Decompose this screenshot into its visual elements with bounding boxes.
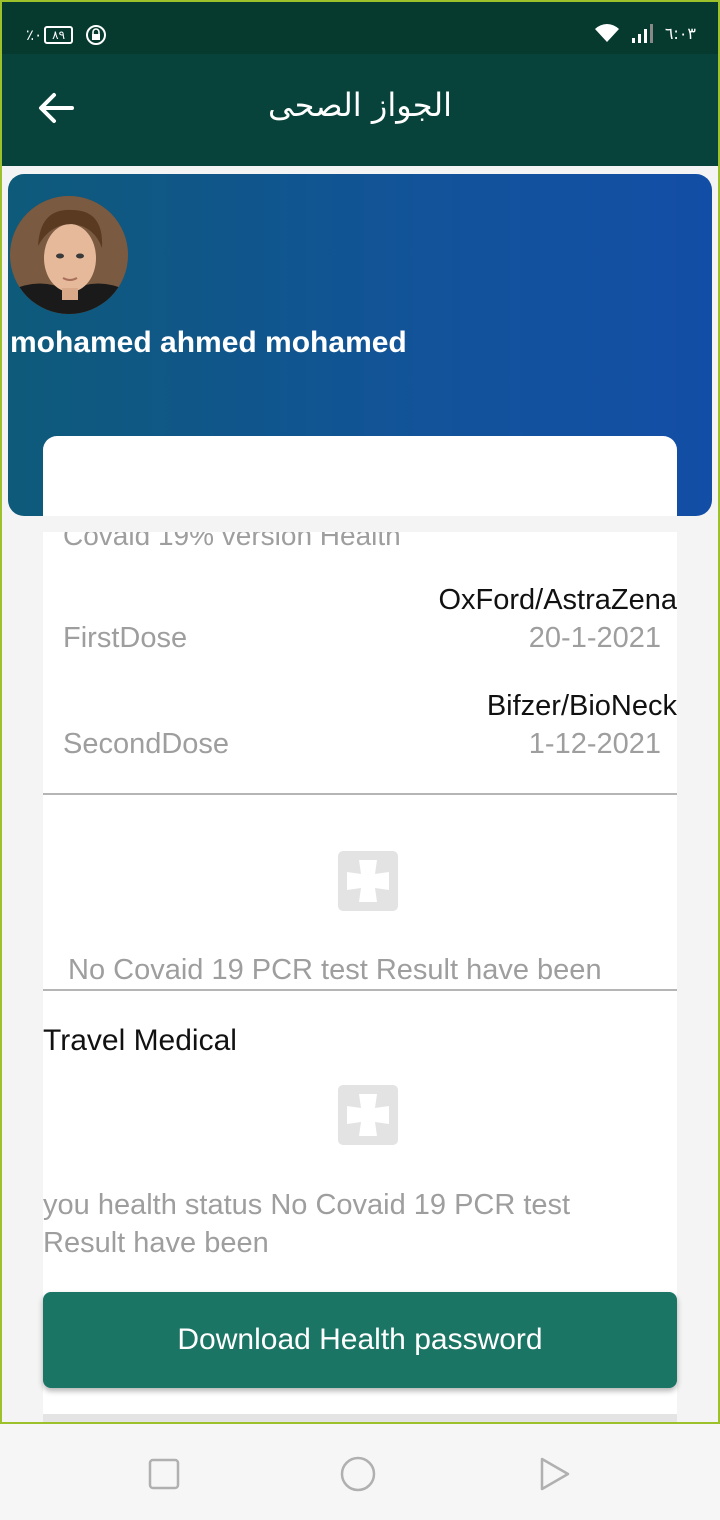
vaccination-heading: Covaid 19% version Health <box>63 532 401 551</box>
travel-status-message: you health status No Covaid 19 PCR test … <box>43 1189 571 1259</box>
section-divider <box>43 989 677 991</box>
system-nav-bar <box>0 1424 720 1520</box>
medical-cross-icon <box>338 1085 398 1145</box>
clock: ٦:٠٣ <box>664 23 696 43</box>
card-top-edge <box>43 436 677 516</box>
health-pass-card[interactable]: Covaid 19% version Health OxFord/AstraZe… <box>43 532 677 1422</box>
dose-vaccine: Bifzer/BioNeck <box>486 690 677 722</box>
avatar <box>10 196 128 314</box>
battery-icon: ٪٠ ٨٩ <box>26 26 74 44</box>
dose-row-second: Bifzer/BioNeck SecondDose 1-12-2021 <box>43 690 677 770</box>
section-divider <box>43 793 677 795</box>
back-triangle-icon[interactable] <box>534 1454 574 1494</box>
battery-level: ٨٩ <box>44 26 74 44</box>
dose-label: FirstDose <box>63 622 188 654</box>
status-right: ٦:٠٣ <box>593 22 696 44</box>
app-screen: ٪٠ ٨٩ ٦:٠٣ الجواز الصحى mohamed ahmed mo… <box>2 2 718 1422</box>
download-health-pass-button[interactable]: Download Health password <box>43 1292 677 1388</box>
dose-date: 20-1-2021 <box>528 622 661 654</box>
dose-vaccine: OxFord/AstraZena <box>438 584 677 616</box>
home-circle-icon[interactable] <box>338 1454 378 1494</box>
medical-cross-icon <box>338 851 398 911</box>
page-title: الجواز الصحى <box>267 86 453 124</box>
user-name: mohamed ahmed mohamed <box>10 326 407 359</box>
pcr-status-message: No Covaid 19 PCR test Result have been <box>68 954 602 986</box>
lock-rotation-icon <box>86 25 107 45</box>
dose-date: 1-12-2021 <box>528 728 661 760</box>
card-bottom-shadow <box>43 1414 677 1422</box>
travel-medical-title: Travel Medical <box>43 1024 237 1057</box>
wifi-icon <box>594 24 619 42</box>
dose-row-first: OxFord/AstraZena FirstDose 20-1-2021 <box>43 584 677 664</box>
dose-label: SecondDose <box>63 728 230 760</box>
signal-icon <box>631 24 653 43</box>
charge-text: ٪٠ <box>26 26 43 44</box>
status-bar: ٪٠ ٨٩ ٦:٠٣ <box>2 2 718 54</box>
app-bar: الجواز الصحى <box>2 54 718 166</box>
recents-square-icon[interactable] <box>144 1454 184 1494</box>
status-left: ٪٠ ٨٩ <box>26 24 107 46</box>
